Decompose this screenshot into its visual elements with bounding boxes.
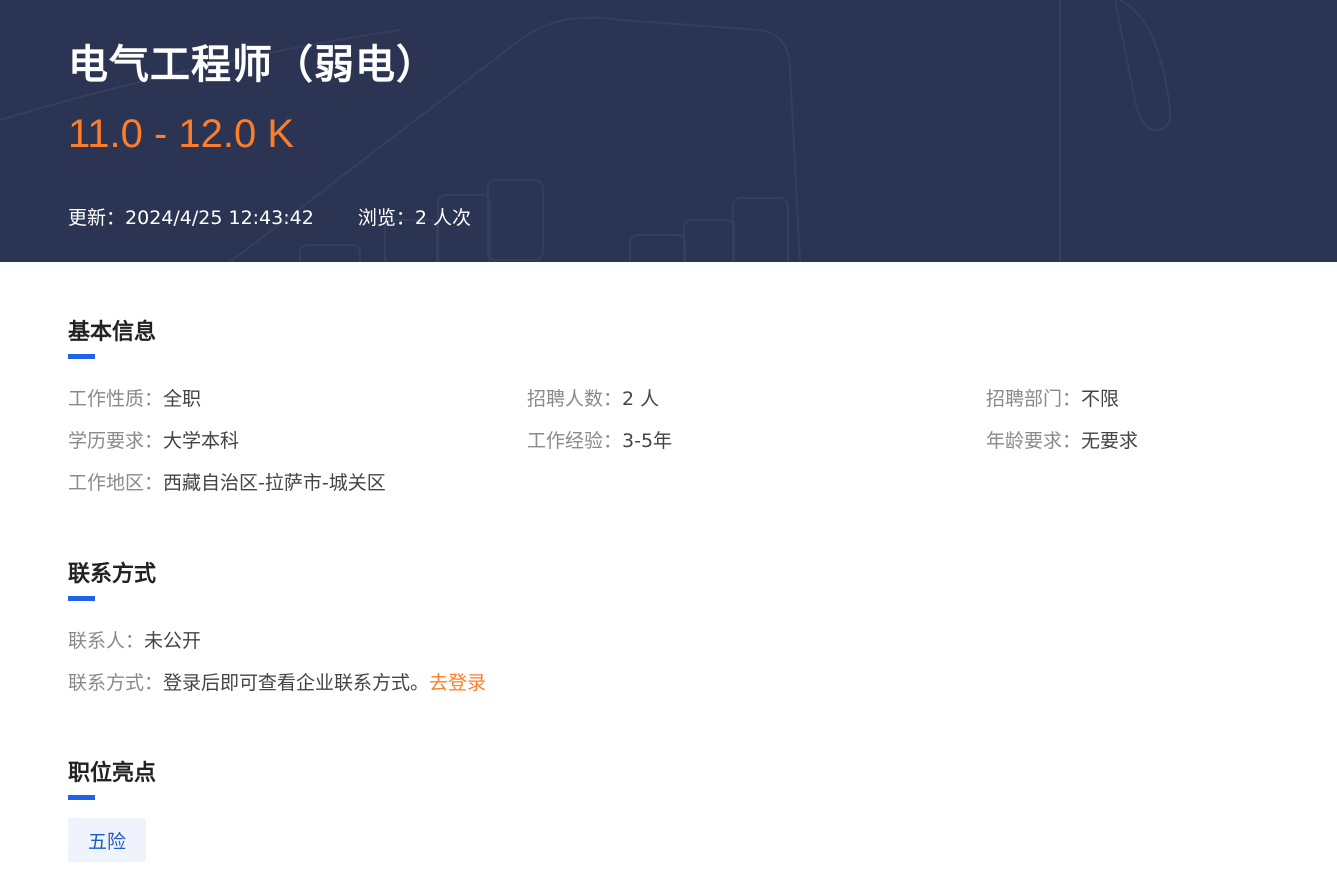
section-accent-bar xyxy=(68,596,95,601)
field-label: 联系方式： xyxy=(68,672,164,694)
salary-range: 11.0 - 12.0 K xyxy=(68,112,295,156)
field-label: 招聘人数： xyxy=(527,388,623,410)
field-department: 招聘部门：不限 xyxy=(986,384,1119,411)
field-label: 工作地区： xyxy=(68,472,164,494)
field-value: 西藏自治区-拉萨市-城关区 xyxy=(163,472,386,494)
job-header: 电气工程师（弱电） 11.0 - 12.0 K 更新：2024/4/25 12:… xyxy=(0,0,1337,262)
field-label: 年龄要求： xyxy=(986,430,1082,452)
field-contact-person: 联系人：未公开 xyxy=(68,626,201,653)
field-value: 不限 xyxy=(1081,388,1120,410)
section-basic-info: 基本信息 xyxy=(68,314,156,359)
field-value: 登录后即可查看企业联系方式。 xyxy=(163,672,430,694)
views-info: 浏览：2 人次 xyxy=(358,203,471,230)
field-value: 2 人 xyxy=(622,388,660,410)
field-experience: 工作经验：3-5年 xyxy=(527,426,672,453)
section-title-highlights: 职位亮点 xyxy=(68,761,157,786)
section-highlights: 职位亮点 xyxy=(68,755,156,800)
job-meta: 更新：2024/4/25 12:43:42 浏览：2 人次 xyxy=(68,203,471,230)
views-label: 浏览： xyxy=(357,207,415,229)
section-contact: 联系方式 xyxy=(68,556,156,601)
field-value: 未公开 xyxy=(144,630,202,652)
updated-label: 更新： xyxy=(68,207,126,229)
field-age: 年龄要求：无要求 xyxy=(986,426,1138,453)
section-title-basic-info: 基本信息 xyxy=(68,320,157,345)
field-job-type: 工作性质：全职 xyxy=(68,384,201,411)
views-value: 2 人次 xyxy=(414,207,471,229)
field-label: 学历要求： xyxy=(68,430,164,452)
field-label: 工作经验： xyxy=(527,430,623,452)
field-value: 大学本科 xyxy=(163,430,240,452)
updated-value: 2024/4/25 12:43:42 xyxy=(125,207,314,229)
field-label: 工作性质： xyxy=(68,388,164,410)
field-label: 招聘部门： xyxy=(986,388,1082,410)
job-title: 电气工程师（弱电） xyxy=(68,42,437,88)
field-value: 3-5年 xyxy=(622,430,673,452)
section-accent-bar xyxy=(68,354,95,359)
field-label: 联系人： xyxy=(68,630,145,652)
highlight-tag: 五险 xyxy=(68,818,146,862)
field-value: 全职 xyxy=(163,388,202,410)
section-title-contact: 联系方式 xyxy=(68,562,157,587)
field-contact-method: 联系方式：登录后即可查看企业联系方式。去登录 xyxy=(68,668,486,695)
login-link[interactable]: 去登录 xyxy=(429,672,486,694)
field-headcount: 招聘人数：2 人 xyxy=(527,384,659,411)
field-education: 学历要求：大学本科 xyxy=(68,426,239,453)
field-location: 工作地区：西藏自治区-拉萨市-城关区 xyxy=(68,468,386,495)
field-value: 无要求 xyxy=(1081,430,1139,452)
updated-info: 更新：2024/4/25 12:43:42 xyxy=(68,203,314,230)
section-accent-bar xyxy=(68,795,95,800)
